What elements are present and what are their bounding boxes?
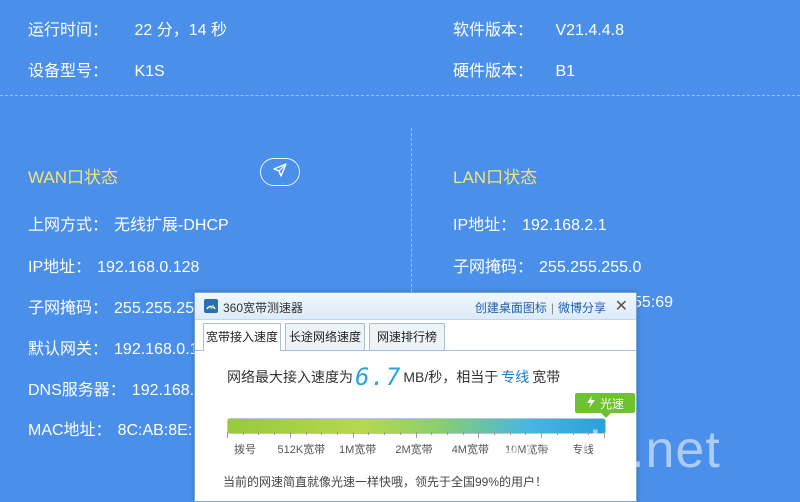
model-value: K1S bbox=[134, 63, 165, 80]
horizontal-divider bbox=[0, 95, 800, 96]
lan-row: 子网掩码： 255.255.255.0 bbox=[453, 253, 641, 277]
uptime-value: 22 分，14 秒 bbox=[134, 22, 227, 39]
scale-label: 2M宽带 bbox=[395, 444, 433, 456]
wan-row-value: 255.255.25 bbox=[114, 300, 195, 317]
scale-label: 512K宽带 bbox=[277, 444, 326, 456]
wan-row: IP地址： 192.168.0.128 bbox=[28, 253, 199, 277]
tab-long-distance-speed[interactable]: 长途网络速度 bbox=[285, 323, 365, 350]
scale-tick bbox=[415, 432, 417, 438]
scale-tick bbox=[462, 432, 464, 435]
scale-tick bbox=[446, 432, 448, 435]
wan-row-label: MAC地址： bbox=[28, 422, 112, 439]
uptime-row: 运行时间： 22 分，14 秒 bbox=[28, 16, 227, 40]
model-row: 设备型号： K1S bbox=[28, 57, 165, 81]
scale-tick bbox=[289, 432, 291, 438]
scale-tick bbox=[274, 432, 276, 435]
scale-tick bbox=[227, 432, 228, 438]
speedometer-icon bbox=[204, 299, 218, 313]
software-label: 软件版本： bbox=[453, 22, 534, 39]
lan-row-value: 55:69 bbox=[633, 294, 674, 311]
create-desktop-icon-link[interactable]: 创建桌面图标 bbox=[475, 301, 547, 315]
speed-prefix: 网络最大接入速度为 bbox=[227, 369, 353, 385]
wan-row: 子网掩码： 255.255.25 bbox=[28, 294, 194, 318]
lan-row-label: 子网掩码： bbox=[453, 259, 534, 276]
lan-row-value: 255.255.255.0 bbox=[539, 259, 642, 276]
scale-label: 1M宽带 bbox=[339, 444, 377, 456]
speed-unit: MB/秒 bbox=[403, 369, 443, 385]
hardware-label: 硬件版本： bbox=[453, 63, 534, 80]
wan-row-value: 192.168.0.1 bbox=[114, 341, 199, 358]
lan-row-value: 192.168.2.1 bbox=[522, 217, 607, 234]
scale-tick bbox=[431, 432, 433, 435]
wan-row-label: DNS服务器： bbox=[28, 382, 126, 399]
weibo-share-link[interactable]: 微博分享 bbox=[558, 301, 606, 315]
tab-speed-ranking[interactable]: 网速排行榜 bbox=[369, 323, 445, 350]
speed-suffix: 宽带 bbox=[532, 369, 561, 385]
wan-row-label: 默认网关： bbox=[28, 341, 109, 358]
hardware-value: B1 bbox=[555, 63, 576, 80]
software-row: 软件版本： V21.4.4.8 bbox=[453, 16, 624, 40]
wan-row-value: 192.168.0.128 bbox=[97, 259, 200, 276]
close-icon[interactable]: ✕ bbox=[615, 296, 628, 316]
wan-diagnose-button[interactable] bbox=[260, 158, 300, 186]
wan-row-value: 无线扩展-DHCP bbox=[114, 217, 229, 234]
titlebar-links: 创建桌面图标 | 微博分享 bbox=[475, 299, 606, 316]
scale-tick bbox=[321, 432, 323, 435]
scale-tick bbox=[384, 432, 386, 435]
wan-row: DNS服务器： 192.168. bbox=[28, 376, 194, 400]
scale-label: 拨号 bbox=[234, 444, 256, 456]
scale-tick bbox=[352, 432, 354, 438]
hardware-row: 硬件版本： B1 bbox=[453, 57, 575, 81]
scale-tick bbox=[258, 432, 260, 435]
speed-type: 专线 bbox=[501, 369, 530, 385]
scale-tick bbox=[478, 432, 480, 438]
wan-row: 默认网关： 192.168.0.1 bbox=[28, 335, 199, 359]
speed-level-label: 光速 bbox=[599, 396, 624, 411]
scale-tick bbox=[368, 432, 370, 435]
send-icon bbox=[272, 162, 288, 183]
watermark: acwifi.net bbox=[494, 421, 721, 479]
software-value: V21.4.4.8 bbox=[555, 22, 624, 39]
lan-row-label: IP地址： bbox=[453, 217, 517, 234]
scale-tick bbox=[336, 432, 338, 435]
speed-result-line: 网络最大接入速度为6.7 MB/秒，相当于 专线 宽带 bbox=[227, 363, 560, 391]
wan-status-title: WAN口状态 bbox=[28, 168, 119, 187]
lightning-icon bbox=[586, 395, 596, 411]
speed-value: 6.7 bbox=[355, 363, 402, 391]
link-divider: | bbox=[550, 301, 554, 315]
wan-row-value: 192.168. bbox=[131, 382, 195, 399]
wan-row-label: 上网方式： bbox=[28, 217, 109, 234]
speedtest-title: 360宽带测速器 bbox=[223, 301, 304, 315]
scale-label: 4M宽带 bbox=[451, 444, 489, 456]
scale-tick bbox=[399, 432, 401, 435]
tab-access-speed[interactable]: 宽带接入速度 bbox=[203, 323, 281, 351]
wan-row-label: 子网掩码： bbox=[28, 300, 109, 317]
speedtest-titlebar[interactable]: 360宽带测速器 创建桌面图标 | 微博分享 ✕ bbox=[195, 293, 636, 320]
wan-row-label: IP地址： bbox=[28, 259, 92, 276]
lan-row: 55:69 bbox=[633, 294, 673, 312]
wan-row: MAC地址： 8C:AB:8E: bbox=[28, 416, 192, 440]
scale-tick bbox=[305, 432, 307, 435]
wan-row-value: 8C:AB:8E: bbox=[117, 422, 193, 439]
scale-tick bbox=[242, 432, 244, 435]
uptime-label: 运行时间： bbox=[28, 22, 109, 39]
lan-status-title: LAN口状态 bbox=[453, 168, 538, 187]
speed-middle: ，相当于 bbox=[442, 369, 499, 385]
lan-row: IP地址： 192.168.2.1 bbox=[453, 211, 607, 235]
speed-level-badge: 光速 bbox=[575, 393, 635, 418]
wan-row: 上网方式： 无线扩展-DHCP bbox=[28, 211, 229, 235]
model-label: 设备型号： bbox=[28, 63, 109, 80]
